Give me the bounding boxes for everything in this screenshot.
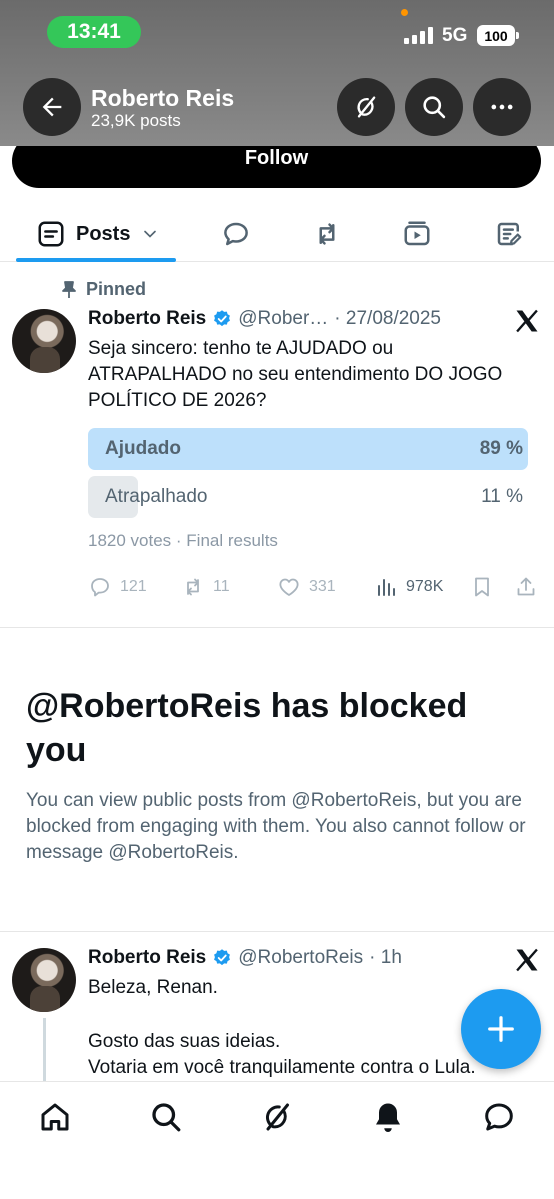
- nav-grok[interactable]: [259, 1099, 295, 1135]
- nav-search[interactable]: [148, 1099, 184, 1135]
- article-icon: [497, 222, 522, 246]
- bar-chart-icon: [378, 579, 395, 596]
- bookmark-button[interactable]: [470, 575, 494, 599]
- bookmark-icon: [475, 577, 489, 597]
- verified-badge-icon: [214, 949, 231, 966]
- bottom-navigation: [0, 1081, 554, 1199]
- repost-icon: [319, 223, 335, 245]
- post-author-row: Roberto Reis @RobertoReis · 1h: [88, 947, 402, 969]
- repost-count: 11: [213, 578, 230, 595]
- back-button[interactable]: [23, 78, 81, 136]
- status-time: 13:41: [47, 16, 141, 48]
- tab-replies[interactable]: [221, 206, 251, 262]
- follow-label: Follow: [244, 146, 309, 169]
- network-type: 5G: [442, 25, 468, 46]
- repost-icon: [187, 578, 199, 596]
- poll-results-meta: 1820 votes · Final results: [88, 531, 278, 550]
- divider: [0, 627, 554, 628]
- poll-option-label: Atrapalhado: [105, 486, 208, 507]
- author-name[interactable]: Roberto Reis: [88, 308, 206, 330]
- privacy-indicator: [401, 9, 408, 16]
- blocked-description: You can view public posts from @RobertoR…: [26, 790, 526, 863]
- poll-option-percent: 11 %: [481, 486, 523, 507]
- share-icon: [517, 577, 535, 596]
- nav-messages[interactable]: [481, 1099, 517, 1135]
- like-count: 331: [309, 578, 336, 595]
- post-author-row: Roberto Reis @Rober… · 27/08/2025: [88, 308, 441, 330]
- profile-name: Roberto Reis: [91, 85, 235, 111]
- tab-media[interactable]: [402, 206, 432, 262]
- grok-icon: [357, 96, 376, 118]
- search-icon: [423, 96, 446, 119]
- nav-notifications[interactable]: [370, 1099, 406, 1135]
- grok-button[interactable]: [337, 78, 395, 136]
- nav-home[interactable]: [37, 1099, 73, 1135]
- divider: [0, 931, 554, 932]
- tab-articles[interactable]: [494, 206, 524, 262]
- post-date: · 27/08/2025: [334, 308, 441, 329]
- post-text-line: Votaria em você tranquilamente contra o …: [88, 1057, 476, 1078]
- pinned-label: Pinned: [86, 279, 147, 299]
- author-handle[interactable]: @Rober…: [238, 308, 328, 330]
- poll-option-label: Ajudado: [105, 438, 181, 459]
- heart-icon: [279, 578, 299, 596]
- avatar[interactable]: [12, 309, 76, 373]
- poll-option-percent: 89 %: [479, 438, 523, 459]
- views-button[interactable]: 978K: [374, 575, 443, 599]
- poll-option: Ajudado 89 %: [88, 428, 528, 470]
- x-logo-icon[interactable]: [513, 307, 541, 335]
- more-icon: [491, 104, 513, 110]
- video-icon: [404, 221, 430, 246]
- post-text: Seja sincero: tenho te AJUDADO ou ATRAPA…: [88, 338, 503, 411]
- reply-icon: [224, 222, 248, 246]
- tab-posts-label: Posts: [76, 222, 131, 245]
- tab-reposts[interactable]: [312, 206, 342, 262]
- signal-icon: [404, 26, 433, 44]
- poll-option: Atrapalhado 11 %: [88, 476, 528, 518]
- home-icon: [41, 1103, 69, 1131]
- reply-button[interactable]: 121: [88, 575, 147, 599]
- search-button[interactable]: [405, 78, 463, 136]
- search-icon: [152, 1103, 181, 1132]
- author-name[interactable]: Roberto Reis: [88, 947, 206, 969]
- compose-post-button[interactable]: [461, 989, 541, 1069]
- more-options-button[interactable]: [473, 78, 531, 136]
- bell-icon: [376, 1103, 400, 1132]
- avatar[interactable]: [12, 948, 76, 1012]
- pinned-indicator: Pinned: [61, 279, 146, 300]
- blocked-title: @RobertoReis has blocked you: [26, 687, 468, 769]
- repost-button[interactable]: 11: [181, 575, 230, 599]
- verified-badge-icon: [214, 310, 231, 327]
- view-count: 978K: [406, 578, 444, 595]
- profile-header: 13:41 5G 100 Roberto Reis 23,9K posts: [0, 0, 554, 146]
- profile-tabs: Posts: [0, 206, 554, 262]
- pin-icon: [62, 280, 76, 298]
- chevron-down-icon: [144, 230, 157, 238]
- author-handle[interactable]: @RobertoReis: [238, 947, 363, 969]
- reply-icon: [91, 578, 109, 597]
- share-button[interactable]: [514, 575, 538, 599]
- post-actions: 121 11 331 978K: [88, 575, 540, 601]
- arrow-left-icon: [42, 97, 62, 117]
- post-text-line: Beleza, Renan.: [88, 977, 218, 998]
- reply-count: 121: [120, 578, 147, 595]
- post-count: 23,9K posts: [91, 111, 181, 130]
- active-tab-indicator: [16, 258, 176, 262]
- plus-icon: [488, 1016, 514, 1042]
- grok-icon: [266, 1103, 289, 1131]
- tab-posts[interactable]: Posts: [36, 206, 160, 262]
- thread-line: [43, 1018, 46, 1082]
- x-logo-icon[interactable]: [513, 946, 541, 974]
- like-button[interactable]: 331: [277, 575, 336, 599]
- post-time: · 1h: [369, 947, 402, 968]
- message-icon: [485, 1103, 513, 1131]
- battery-icon: 100: [477, 25, 519, 46]
- posts-icon: [38, 221, 64, 247]
